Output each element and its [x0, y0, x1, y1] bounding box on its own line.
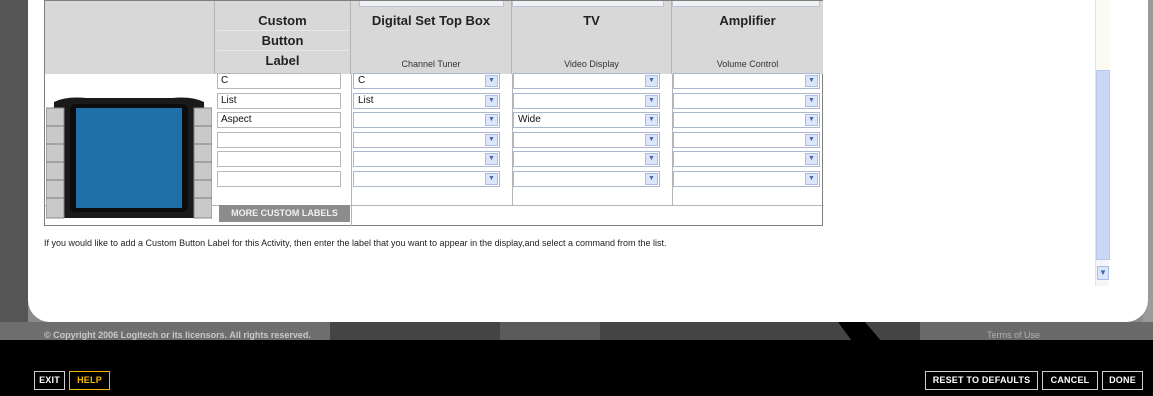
- table-header-blank: [45, 1, 215, 74]
- header-title: TV: [583, 13, 600, 28]
- scroll-track[interactable]: [1096, 0, 1110, 70]
- copyright-text: © Copyright 2006 Logitech or its licenso…: [44, 330, 311, 340]
- amplifier-command-select[interactable]: ▼: [673, 112, 820, 128]
- done-button[interactable]: DONE: [1102, 371, 1143, 390]
- header-title: Digital Set Top Box: [371, 13, 491, 28]
- tv-command-select[interactable]: ▼: [513, 93, 660, 109]
- header-subtitle: Video Display: [564, 59, 619, 69]
- header-title-line: Custom: [258, 13, 307, 28]
- terms-of-use-link[interactable]: Terms of Use: [987, 330, 1040, 340]
- header-top-strip: [672, 1, 820, 7]
- chevron-down-icon[interactable]: ▼: [485, 153, 498, 165]
- custom-label-input[interactable]: [217, 171, 341, 187]
- vertical-scrollbar[interactable]: ▼: [1095, 0, 1110, 286]
- reset-to-defaults-button[interactable]: RESET TO DEFAULTS: [925, 371, 1038, 390]
- input-value: C: [221, 75, 229, 86]
- chevron-down-icon[interactable]: ▼: [805, 173, 818, 185]
- column-divider: [351, 74, 352, 226]
- input-value: List: [221, 95, 237, 106]
- chevron-down-icon[interactable]: ▼: [645, 173, 658, 185]
- amplifier-command-select[interactable]: ▼: [673, 73, 820, 89]
- amplifier-command-select[interactable]: ▼: [673, 132, 820, 148]
- header-title-line: Button: [261, 33, 304, 48]
- custom-label-input[interactable]: [217, 132, 341, 148]
- header-subtitle: Volume Control: [716, 59, 779, 69]
- chevron-down-icon: ▼: [1099, 268, 1107, 277]
- header-subtitle: Channel Tuner: [401, 59, 461, 69]
- header-amplifier: Amplifier Volume Control: [672, 1, 823, 74]
- header-top-strip: [512, 1, 664, 7]
- tv-command-select[interactable]: ▼: [513, 151, 660, 167]
- custom-label-input[interactable]: Aspect: [217, 112, 341, 128]
- set-top-box-command-select[interactable]: ▼: [353, 132, 500, 148]
- exit-button[interactable]: EXIT: [34, 371, 65, 390]
- chevron-down-icon[interactable]: ▼: [485, 173, 498, 185]
- set-top-box-command-select[interactable]: List ▼: [353, 93, 500, 109]
- header-title-line: Label: [265, 53, 300, 68]
- footer-strip-shade: [500, 322, 600, 340]
- select-value: Wide: [518, 114, 541, 125]
- scroll-thumb[interactable]: [1096, 70, 1110, 260]
- custom-label-input[interactable]: C: [217, 73, 341, 89]
- select-value: List: [358, 95, 374, 106]
- more-custom-labels-button[interactable]: MORE CUSTOM LABELS: [219, 205, 350, 222]
- select-value: C: [358, 75, 366, 86]
- amplifier-command-select[interactable]: ▼: [673, 151, 820, 167]
- chevron-down-icon[interactable]: ▼: [485, 75, 498, 87]
- chevron-down-icon[interactable]: ▼: [805, 75, 818, 87]
- info-instructions: If you would like to add a Custom Button…: [44, 238, 667, 248]
- set-top-box-command-select[interactable]: ▼: [353, 112, 500, 128]
- chevron-down-icon[interactable]: ▼: [805, 153, 818, 165]
- header-divider: [217, 30, 349, 31]
- custom-label-input[interactable]: [217, 151, 341, 167]
- tv-command-select[interactable]: ▼: [513, 73, 660, 89]
- chevron-down-icon[interactable]: ▼: [645, 114, 658, 126]
- set-top-box-command-select[interactable]: C ▼: [353, 73, 500, 89]
- tv-command-select[interactable]: Wide ▼: [513, 112, 660, 128]
- header-title: Amplifier: [719, 13, 776, 28]
- set-top-box-command-select[interactable]: ▼: [353, 171, 500, 187]
- chevron-down-icon[interactable]: ▼: [805, 114, 818, 126]
- help-button[interactable]: HELP: [69, 371, 110, 390]
- chevron-down-icon[interactable]: ▼: [645, 95, 658, 107]
- set-top-box-command-select[interactable]: ▼: [353, 151, 500, 167]
- remote-screen-image: [45, 96, 213, 222]
- cancel-button[interactable]: CANCEL: [1042, 371, 1098, 390]
- header-divider: [217, 50, 349, 51]
- header-tv: TV Video Display: [512, 1, 672, 74]
- amplifier-command-select[interactable]: ▼: [673, 93, 820, 109]
- chevron-down-icon[interactable]: ▼: [485, 134, 498, 146]
- chevron-down-icon[interactable]: ▼: [805, 95, 818, 107]
- tv-command-select[interactable]: ▼: [513, 171, 660, 187]
- amplifier-command-select[interactable]: ▼: [673, 171, 820, 187]
- header-top-strip: [359, 1, 504, 7]
- chevron-down-icon[interactable]: ▼: [805, 134, 818, 146]
- chevron-down-icon[interactable]: ▼: [645, 75, 658, 87]
- chevron-down-icon[interactable]: ▼: [645, 134, 658, 146]
- custom-label-input[interactable]: List: [217, 93, 341, 109]
- input-value: Aspect: [221, 114, 252, 125]
- tv-command-select[interactable]: ▼: [513, 132, 660, 148]
- chevron-down-icon[interactable]: ▼: [645, 153, 658, 165]
- backdrop-left-band: [0, 0, 28, 340]
- header-set-top-box: Digital Set Top Box Channel Tuner: [351, 1, 512, 74]
- chevron-down-icon[interactable]: ▼: [485, 95, 498, 107]
- scroll-down-button[interactable]: ▼: [1097, 266, 1109, 280]
- header-custom-button-label: Custom Button Label: [215, 1, 351, 74]
- chevron-down-icon[interactable]: ▼: [485, 114, 498, 126]
